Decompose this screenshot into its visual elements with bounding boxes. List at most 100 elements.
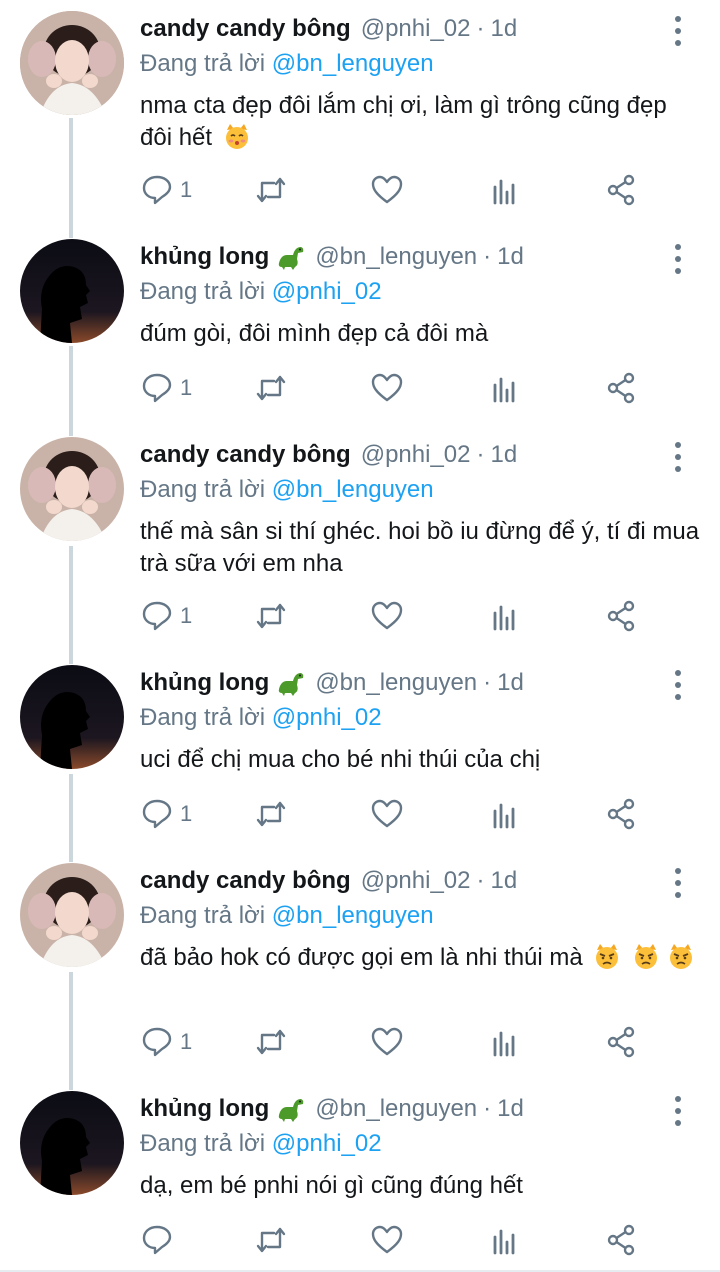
- mention-link[interactable]: @bn_lenguyen: [272, 476, 434, 503]
- tweet-body: nma cta đẹp đôi lắm chị ơi, làm gì trông…: [140, 92, 667, 151]
- stats-button[interactable]: [488, 596, 522, 636]
- retweet-button[interactable]: [254, 368, 288, 408]
- more-vertical-icon[interactable]: [668, 868, 688, 898]
- mention-link[interactable]: @pnhi_02: [272, 278, 382, 305]
- dinosaur-emoji: [279, 1099, 304, 1122]
- display-name[interactable]: candy candy bông: [140, 867, 351, 895]
- reply-button[interactable]: 1: [140, 1022, 192, 1062]
- retweet-button[interactable]: [254, 1022, 288, 1062]
- retweet-icon: [256, 1029, 286, 1055]
- stats-icon: [493, 377, 515, 403]
- retweet-button[interactable]: [254, 170, 288, 210]
- display-name[interactable]: khủng long: [140, 669, 269, 697]
- reply-button[interactable]: 1: [140, 596, 192, 636]
- timestamp[interactable]: 1d: [490, 15, 517, 43]
- mention-link[interactable]: @bn_lenguyen: [272, 902, 434, 929]
- timestamp[interactable]: 1d: [497, 1095, 524, 1123]
- more-vertical-icon[interactable]: [668, 16, 688, 46]
- tweet-body: thế mà sân si thí ghéc. hoi bồ iu đừng đ…: [140, 518, 700, 577]
- avatar[interactable]: [20, 11, 124, 115]
- tweet-text: đúm gòi, đôi mình đẹp cả đôi mà: [140, 318, 700, 350]
- user-handle[interactable]: @pnhi_02: [361, 15, 471, 43]
- tweet-text: đã bảo hok có được gọi em là nhi thúi mà: [140, 942, 700, 974]
- tweet[interactable]: candy candy bông @pnhi_02 · 1d Đang trả …: [0, 0, 720, 228]
- like-button[interactable]: [370, 368, 404, 408]
- reply-icon: [142, 1225, 172, 1255]
- tweet[interactable]: candy candy bông @pnhi_02 · 1d Đang trả …: [0, 852, 720, 1080]
- user-photo: [20, 437, 124, 541]
- separator: ·: [483, 669, 492, 696]
- reply-button[interactable]: 1: [140, 368, 192, 408]
- share-button[interactable]: [604, 368, 638, 408]
- share-button[interactable]: [604, 1220, 638, 1260]
- timestamp[interactable]: 1d: [497, 669, 524, 697]
- like-button[interactable]: [370, 1220, 404, 1260]
- user-handle[interactable]: @pnhi_02: [361, 867, 471, 895]
- stats-icon: [493, 1229, 515, 1255]
- avatar[interactable]: [20, 1091, 124, 1195]
- reply-icon: [142, 175, 172, 205]
- tweet[interactable]: khủng long @bn_lenguyen · 1d Đang trả lờ…: [0, 1080, 720, 1272]
- display-name[interactable]: khủng long: [140, 243, 269, 271]
- like-button[interactable]: [370, 170, 404, 210]
- tweet-body: dạ, em bé pnhi nói gì cũng đúng hết: [140, 1172, 523, 1199]
- tweet[interactable]: candy candy bông @pnhi_02 · 1d Đang trả …: [0, 426, 720, 654]
- tweet[interactable]: khủng long @bn_lenguyen · 1d Đang trả lờ…: [0, 228, 720, 426]
- share-button[interactable]: [604, 170, 638, 210]
- pouting-cat-emoji: [596, 944, 619, 969]
- user-photo: [20, 11, 124, 115]
- like-button[interactable]: [370, 596, 404, 636]
- like-button[interactable]: [370, 794, 404, 834]
- avatar[interactable]: [20, 863, 124, 967]
- tweet-header: khủng long @bn_lenguyen · 1d: [140, 666, 660, 700]
- mention-link[interactable]: @pnhi_02: [272, 1130, 382, 1157]
- more-vertical-icon[interactable]: [668, 244, 688, 274]
- share-icon: [607, 600, 635, 632]
- reply-count: 1: [180, 1029, 193, 1054]
- timestamp[interactable]: 1d: [490, 867, 517, 895]
- stats-button[interactable]: [488, 794, 522, 834]
- more-vertical-icon[interactable]: [668, 442, 688, 472]
- timestamp[interactable]: 1d: [497, 243, 524, 271]
- share-button[interactable]: [604, 1022, 638, 1062]
- avatar[interactable]: [20, 665, 124, 769]
- reply-count: 1: [180, 801, 193, 826]
- replying-to: Đang trả lời @pnhi_02: [140, 1130, 382, 1158]
- more-vertical-icon[interactable]: [668, 670, 688, 700]
- stats-button[interactable]: [488, 1220, 522, 1260]
- avatar[interactable]: [20, 437, 124, 541]
- replying-to-label: Đang trả lời: [140, 476, 266, 503]
- retweet-icon: [256, 1227, 286, 1253]
- user-photo: [20, 1091, 124, 1195]
- dinosaur-emoji: [279, 247, 304, 270]
- separator: ·: [483, 1095, 492, 1122]
- mention-link[interactable]: @bn_lenguyen: [272, 50, 434, 77]
- replying-to-label: Đang trả lời: [140, 278, 266, 305]
- stats-button[interactable]: [488, 1022, 522, 1062]
- reply-button[interactable]: 1: [140, 794, 192, 834]
- share-button[interactable]: [604, 794, 638, 834]
- heart-icon: [371, 373, 403, 402]
- mention-link[interactable]: @pnhi_02: [272, 704, 382, 731]
- stats-button[interactable]: [488, 368, 522, 408]
- reply-button[interactable]: 1: [140, 170, 192, 210]
- avatar[interactable]: [20, 239, 124, 343]
- retweet-button[interactable]: [254, 794, 288, 834]
- like-button[interactable]: [370, 1022, 404, 1062]
- user-handle[interactable]: @pnhi_02: [361, 441, 471, 469]
- tweet[interactable]: khủng long @bn_lenguyen · 1d Đang trả lờ…: [0, 654, 720, 852]
- stats-button[interactable]: [488, 170, 522, 210]
- user-handle[interactable]: @bn_lenguyen: [315, 243, 477, 271]
- share-icon: [607, 1026, 635, 1058]
- display-name[interactable]: candy candy bông: [140, 441, 351, 469]
- retweet-button[interactable]: [254, 1220, 288, 1260]
- reply-button[interactable]: [140, 1220, 180, 1260]
- user-handle[interactable]: @bn_lenguyen: [315, 669, 477, 697]
- retweet-button[interactable]: [254, 596, 288, 636]
- display-name[interactable]: khủng long: [140, 1095, 269, 1123]
- timestamp[interactable]: 1d: [490, 441, 517, 469]
- user-handle[interactable]: @bn_lenguyen: [315, 1095, 477, 1123]
- share-button[interactable]: [604, 596, 638, 636]
- more-vertical-icon[interactable]: [668, 1096, 688, 1126]
- display-name[interactable]: candy candy bông: [140, 15, 351, 43]
